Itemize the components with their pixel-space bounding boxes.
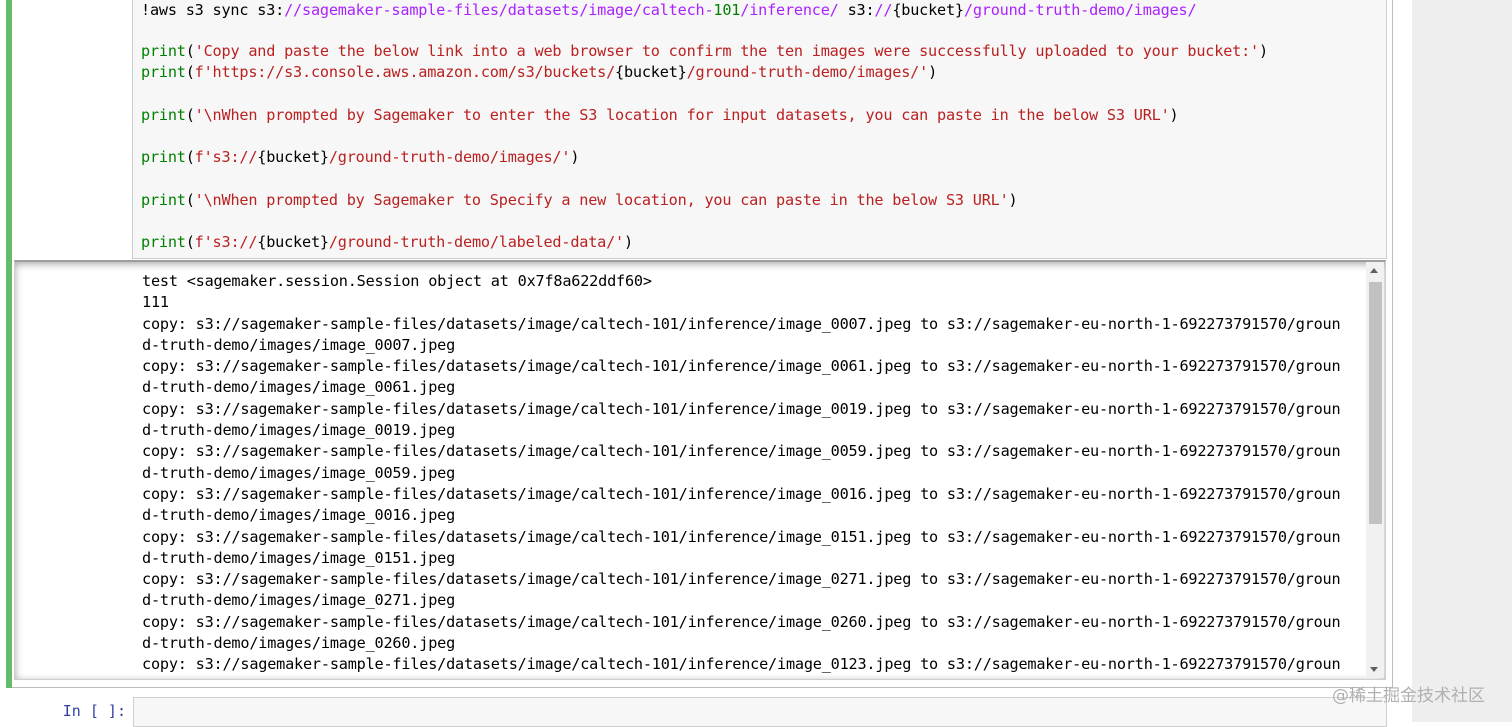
code-token: f's3://	[194, 148, 258, 166]
output-line: copy: s3://sagemaker-sample-files/datase…	[142, 357, 1341, 376]
code-token: print	[141, 42, 186, 60]
output-line: d-truth-demo/images/image_0151.jpeg	[142, 548, 456, 567]
code-token: print	[141, 106, 186, 124]
output-text: test <sagemaker.session.Session object a…	[142, 271, 1362, 679]
output-line: d-truth-demo/images/image_0059.jpeg	[142, 463, 456, 482]
notebook-area: !aws s3 sync s3://sagemaker-sample-files…	[0, 0, 1412, 727]
code-line: print(f'https://s3.console.aws.amazon.co…	[141, 62, 937, 82]
output-line: d-truth-demo/images/image_0019.jpeg	[142, 421, 456, 440]
code-token: (	[185, 233, 195, 251]
output-line: d-truth-demo/images/image_0260.jpeg	[142, 634, 456, 653]
code-token: (	[185, 42, 195, 60]
output-line: copy: s3://sagemaker-sample-files/datase…	[142, 399, 1341, 418]
code-token: /ground-truth-demo/images/'	[328, 148, 571, 166]
code-token: '\nWhen prompted by Sagemaker to enter t…	[194, 106, 1170, 124]
selected-cell-indicator	[6, 0, 12, 688]
code-token: f's3://	[194, 233, 258, 251]
code-token: print	[141, 191, 186, 209]
code-line: print('\nWhen prompted by Sagemaker to e…	[141, 105, 1179, 125]
next-cell-prompt: In [ ]:	[0, 700, 130, 722]
code-token: )	[1258, 42, 1268, 60]
output-line: copy: s3://sagemaker-sample-files/datase…	[142, 527, 1341, 546]
input-prompt-label: In [ ]:	[62, 702, 126, 720]
code-token: )	[1169, 106, 1179, 124]
right-gutter	[1412, 0, 1512, 722]
code-token: //	[874, 1, 893, 19]
scroll-down-arrow-icon[interactable]	[1370, 667, 1378, 672]
output-scrollbar[interactable]	[1366, 262, 1384, 678]
code-token: f'https://s3.console.aws.amazon.com/s3/b…	[194, 63, 616, 81]
output-line: copy: s3://sagemaker-sample-files/datase…	[142, 655, 1341, 674]
code-token: {bucket}	[257, 148, 329, 166]
output-line: d-truth-demo/images/image_0016.jpeg	[142, 506, 456, 525]
code-token: /ground-truth-demo/images/'	[686, 63, 929, 81]
code-token: (	[185, 191, 195, 209]
output-line: copy: s3://sagemaker-sample-files/datase…	[142, 570, 1341, 589]
code-token: /ground-truth-demo/images/	[963, 1, 1197, 19]
code-token: /ground-truth-demo/labeled-data/'	[328, 233, 624, 251]
code-token: )	[928, 63, 938, 81]
output-line: 111	[142, 293, 169, 312]
next-cell-input[interactable]	[133, 697, 1387, 727]
output-line: d-truth-demo/images/image_0123.jpeg	[142, 676, 1362, 679]
code-token: !aws s3 sync s3:	[141, 1, 285, 19]
code-token: print	[141, 63, 186, 81]
scrollbar-thumb[interactable]	[1369, 282, 1382, 524]
code-token: //sagemaker-sample-files/datasets/image/…	[284, 1, 714, 19]
code-line: print(f's3://{bucket}/ground-truth-demo/…	[141, 232, 633, 252]
code-line: print(f's3://{bucket}/ground-truth-demo/…	[141, 147, 579, 167]
code-line: !aws s3 sync s3://sagemaker-sample-files…	[141, 0, 1197, 20]
code-token: )	[623, 233, 633, 251]
code-token: 101	[713, 1, 741, 19]
code-token: (	[185, 148, 195, 166]
output-line: copy: s3://sagemaker-sample-files/datase…	[142, 612, 1341, 631]
code-token: )	[570, 148, 580, 166]
code-token: {bucket}	[892, 1, 964, 19]
code-token: s3:	[847, 1, 875, 19]
output-line: copy: s3://sagemaker-sample-files/datase…	[142, 484, 1341, 503]
output-line: d-truth-demo/images/image_0061.jpeg	[142, 378, 456, 397]
code-token: 'Copy and paste the below link into a we…	[194, 42, 1259, 60]
code-token: (	[185, 106, 195, 124]
cell-output-area[interactable]: test <sagemaker.session.Session object a…	[14, 260, 1386, 680]
code-token: {bucket}	[257, 233, 329, 251]
scroll-up-arrow-icon[interactable]	[1370, 268, 1378, 273]
code-token: '\nWhen prompted by Sagemaker to Specify…	[194, 191, 1009, 209]
output-line: d-truth-demo/images/image_0271.jpeg	[142, 591, 456, 610]
output-line: copy: s3://sagemaker-sample-files/datase…	[142, 442, 1341, 461]
code-token: {bucket}	[615, 63, 687, 81]
code-token: (	[185, 63, 195, 81]
output-line: test <sagemaker.session.Session object a…	[142, 272, 652, 290]
code-editor[interactable]	[132, 0, 1387, 259]
code-line: print('\nWhen prompted by Sagemaker to S…	[141, 190, 1018, 210]
output-line: d-truth-demo/images/image_0007.jpeg	[142, 335, 456, 354]
code-token: /inference/	[740, 1, 848, 19]
code-line: print('Copy and paste the below link int…	[141, 41, 1268, 61]
code-token: print	[141, 233, 186, 251]
code-token: print	[141, 148, 186, 166]
code-token: )	[1008, 191, 1018, 209]
watermark: @稀土掘金技术社区	[1332, 686, 1485, 706]
output-line: copy: s3://sagemaker-sample-files/datase…	[142, 314, 1341, 333]
